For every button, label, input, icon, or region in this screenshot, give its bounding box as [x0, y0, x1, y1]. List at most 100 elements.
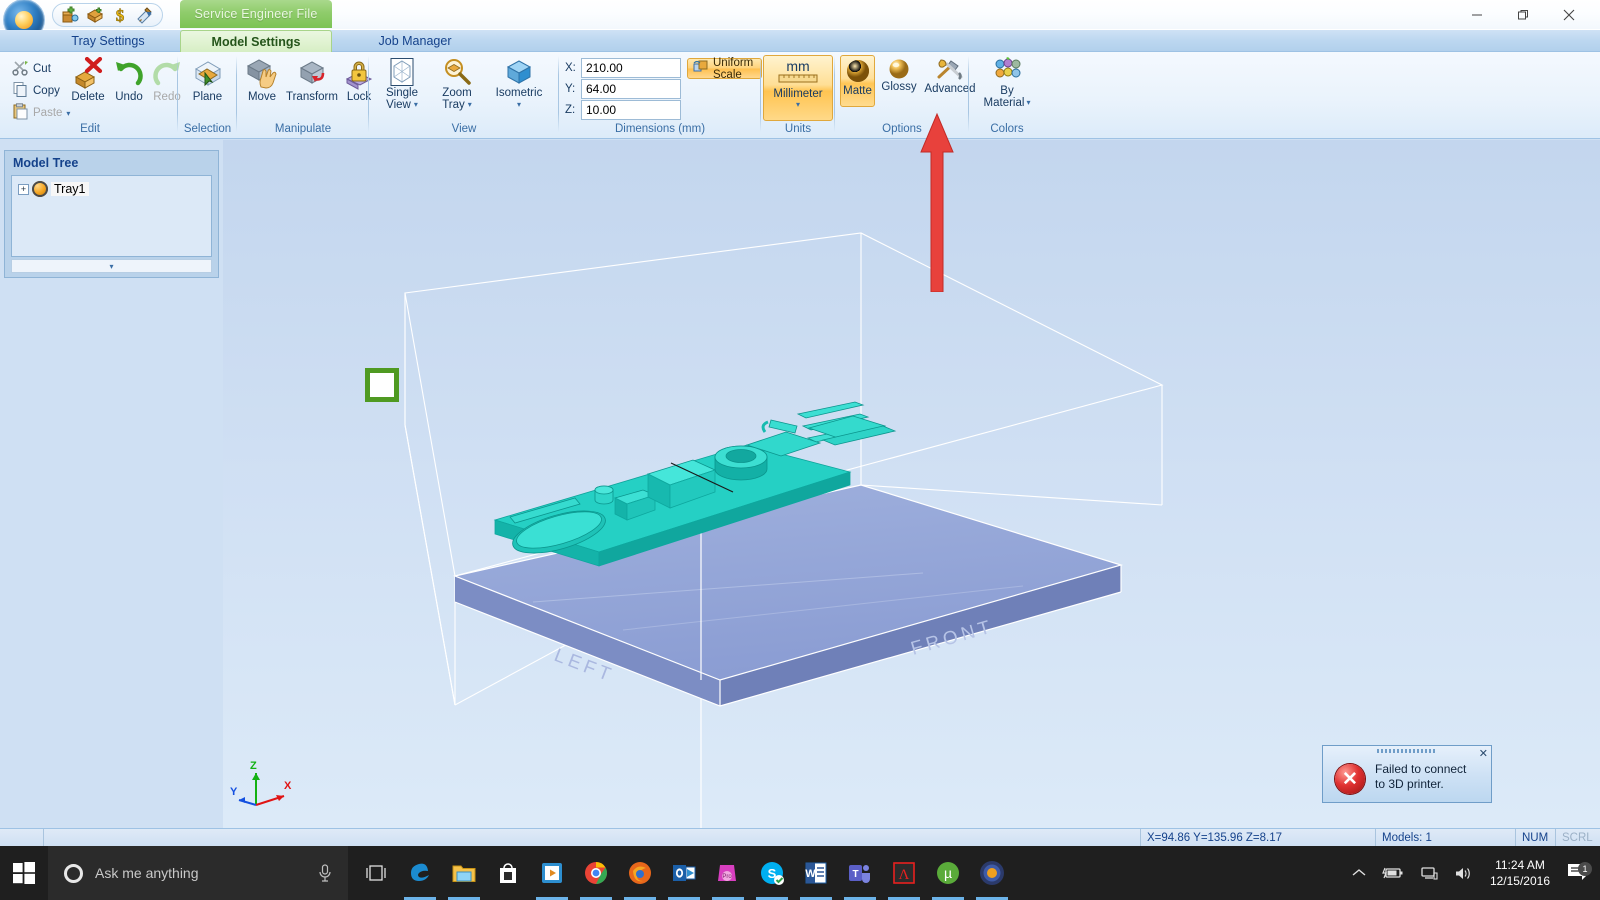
single-view-button[interactable]: Single View ▾ — [375, 57, 429, 111]
tab-job-manager[interactable]: Job Manager — [340, 30, 490, 52]
status-spacer-mid — [44, 829, 1141, 847]
dimension-input-x[interactable] — [581, 58, 681, 78]
paste-button[interactable]: Paste ▾ — [12, 103, 70, 123]
transform-label: Transform — [286, 91, 338, 103]
word-icon[interactable]: W — [794, 846, 838, 900]
objet-studio-icon[interactable] — [970, 846, 1014, 900]
isometric-caret-icon[interactable]: ▾ — [517, 99, 521, 111]
search-box[interactable]: Ask me anything — [48, 846, 348, 900]
cortana-circle-icon — [64, 864, 83, 883]
pro-app-icon[interactable]: Pro — [706, 846, 750, 900]
tray-orb-icon — [32, 181, 48, 197]
3d-viewport[interactable]: LEFT FRONT — [223, 140, 1600, 828]
by-material-label-line2: Material — [984, 97, 1025, 109]
notification-close-icon[interactable]: ✕ — [1479, 747, 1488, 760]
battery-charging-icon[interactable] — [1374, 866, 1412, 880]
status-scroll-lock: SCRL — [1556, 829, 1600, 847]
store-icon[interactable] — [486, 846, 530, 900]
chrome-icon[interactable] — [574, 846, 618, 900]
file-explorer-icon[interactable] — [442, 846, 486, 900]
tray-material-icon[interactable] — [86, 6, 104, 24]
notification-toast[interactable]: ✕ ✕ Failed to connect to 3D printer. — [1322, 745, 1492, 803]
firefox-icon[interactable] — [618, 846, 662, 900]
isometric-button[interactable]: Isometric ▾ — [485, 57, 553, 111]
minimize-button[interactable] — [1454, 0, 1500, 30]
tree-expander-icon[interactable]: + — [18, 184, 29, 195]
glossy-button[interactable]: Glossy — [877, 57, 921, 93]
outlook-icon[interactable] — [662, 846, 706, 900]
status-coordinates: X=94.86 Y=135.96 Z=8.17 — [1141, 829, 1376, 847]
edge-icon[interactable] — [398, 846, 442, 900]
single-view-icon — [388, 57, 416, 87]
maximize-restore-button[interactable] — [1500, 0, 1546, 30]
acrobat-icon[interactable]: Λ — [882, 846, 926, 900]
close-button[interactable] — [1546, 0, 1592, 30]
ribbon-group-label-selection: Selection — [180, 121, 235, 137]
group-separator — [834, 56, 835, 132]
taskbar-clock[interactable]: 11:24 AM 12/15/2016 — [1480, 857, 1560, 889]
model-tree-list[interactable]: + Tray1 — [11, 175, 212, 257]
by-material-button[interactable]: By Material ▾ — [973, 57, 1041, 109]
add-material-icon[interactable] — [61, 6, 79, 24]
axis-triad-indicator: Z X Y — [228, 755, 298, 810]
cost-estimate-icon[interactable]: $ — [111, 6, 129, 24]
skype-icon[interactable]: S — [750, 846, 794, 900]
dimension-input-y[interactable] — [581, 79, 681, 99]
zoom-tray-caret-icon[interactable]: ▾ — [468, 99, 472, 111]
tab-tray-settings[interactable]: Tray Settings — [28, 30, 188, 52]
matte-button[interactable]: Matte — [840, 57, 875, 97]
microphone-icon[interactable] — [318, 864, 332, 887]
plane-button[interactable]: Plane — [183, 57, 232, 103]
dimension-row-x: X: — [565, 58, 681, 78]
show-hidden-icons[interactable] — [1344, 868, 1374, 878]
ribbon: Cut Copy — [0, 52, 1600, 139]
action-center-icon[interactable]: 1 — [1560, 861, 1600, 886]
notification-message-line2: to 3D printer. — [1375, 777, 1485, 792]
zoom-tray-button[interactable]: Zoom Tray ▾ — [429, 57, 485, 111]
teams-icon[interactable]: T — [838, 846, 882, 900]
cut-button[interactable]: Cut — [12, 59, 51, 79]
transform-button[interactable]: Transform — [283, 57, 341, 103]
media-player-icon[interactable] — [530, 846, 574, 900]
utorrent-icon[interactable]: µ — [926, 846, 970, 900]
cut-label: Cut — [33, 63, 51, 75]
by-material-label-line1: By — [1000, 85, 1013, 97]
units-mm-text: mm — [786, 58, 809, 74]
model-tree-collapse-bar[interactable]: ▾ — [11, 259, 212, 273]
undo-label: Undo — [115, 91, 143, 103]
delete-button[interactable]: Delete — [66, 57, 110, 103]
paste-caret-icon[interactable]: ▾ — [66, 109, 70, 118]
uniform-scale-icon — [693, 60, 708, 78]
axis-label-z: Z — [250, 760, 257, 772]
tab-model-settings[interactable]: Model Settings — [180, 30, 332, 52]
tree-item-label: Tray1 — [51, 182, 89, 196]
status-spacer-left — [0, 829, 44, 847]
move-button[interactable]: Move — [241, 57, 283, 103]
axis-label-x: X — [284, 780, 292, 792]
start-button[interactable] — [0, 846, 48, 900]
single-view-caret-icon[interactable]: ▾ — [414, 99, 418, 111]
tree-item-tray1[interactable]: + Tray1 — [18, 181, 89, 197]
drag-grip-icon[interactable] — [1377, 749, 1437, 753]
selection-handle[interactable] — [365, 368, 399, 402]
uniform-scale-button[interactable]: Uniform Scale — [687, 58, 762, 79]
undo-button[interactable]: Undo — [110, 57, 148, 103]
volume-icon[interactable] — [1446, 866, 1480, 881]
file-tab[interactable]: Service Engineer File — [180, 0, 332, 28]
millimeter-units-button[interactable]: mm Millimeter ▾ — [763, 55, 833, 121]
search-input[interactable]: Ask me anything — [95, 865, 199, 881]
dimension-label-x: X: — [565, 62, 581, 74]
dimension-label-y: Y: — [565, 83, 581, 95]
single-view-label-line1: Single — [386, 87, 418, 99]
plane-label: Plane — [193, 91, 222, 103]
group-separator — [177, 56, 178, 132]
paste-icon — [12, 103, 29, 123]
dimension-input-z[interactable] — [581, 100, 681, 120]
network-icon[interactable] — [1412, 866, 1446, 881]
status-bar: X=94.86 Y=135.96 Z=8.17 Models: 1 NUM SC… — [0, 828, 1600, 846]
units-caret-icon[interactable]: ▾ — [796, 100, 800, 109]
task-view-icon[interactable] — [354, 846, 398, 900]
quick-access-more-button[interactable]: ▾ — [142, 8, 156, 22]
by-material-caret-icon[interactable]: ▾ — [1026, 97, 1030, 109]
copy-button[interactable]: Copy — [12, 81, 60, 101]
